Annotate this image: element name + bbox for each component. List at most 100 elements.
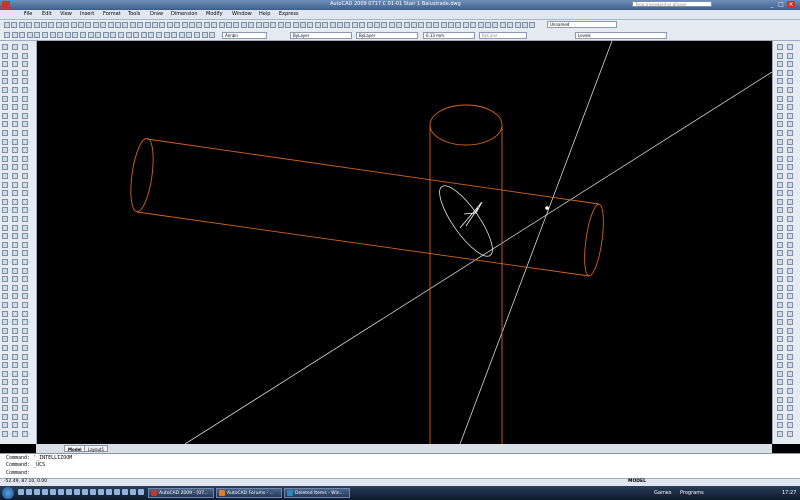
- toolbar-button-icon[interactable]: [2, 379, 8, 386]
- toolbar-button-icon[interactable]: [92, 22, 99, 28]
- toolbar-button-icon[interactable]: [226, 22, 232, 28]
- toolbar-button-icon[interactable]: [787, 95, 793, 102]
- toolbar-button-icon[interactable]: [351, 22, 358, 28]
- toolbar-button-icon[interactable]: [777, 284, 783, 291]
- toolbar-button-icon[interactable]: [777, 138, 783, 145]
- toolbar-button-icon[interactable]: [418, 22, 425, 28]
- toolbar-button-icon[interactable]: [433, 22, 440, 28]
- toolbar-button-icon[interactable]: [787, 405, 793, 412]
- toolbar-button-icon[interactable]: [787, 216, 793, 222]
- toolbar-button-icon[interactable]: [787, 233, 793, 240]
- toolbar-button-icon[interactable]: [425, 22, 432, 28]
- toolbar-button-icon[interactable]: [337, 22, 343, 28]
- toolbar-button-icon[interactable]: [19, 32, 26, 38]
- toolbar-button-icon[interactable]: [107, 22, 114, 28]
- toolbar-button-icon[interactable]: [787, 121, 793, 128]
- toolbar-button-icon[interactable]: [787, 431, 793, 437]
- toolbar-button-icon[interactable]: [12, 87, 18, 93]
- toolbar-button-icon[interactable]: [2, 336, 8, 343]
- toolbar-button-icon[interactable]: [787, 181, 793, 188]
- toolbar-button-icon[interactable]: [22, 250, 28, 257]
- toolbar-button-icon[interactable]: [12, 147, 18, 154]
- toolbar-button-icon[interactable]: [777, 147, 783, 154]
- toolbar-button-icon[interactable]: [22, 87, 28, 93]
- toolbar-button-icon[interactable]: [777, 396, 783, 403]
- toolbar-button-icon[interactable]: [2, 388, 8, 394]
- toolbar-button-icon[interactable]: [12, 370, 18, 377]
- plotstyle-combo[interactable]: ByColor: [479, 32, 527, 39]
- programs-button[interactable]: Programs: [680, 490, 704, 496]
- toolbar-button-icon[interactable]: [248, 22, 255, 28]
- drawing-area[interactable]: [37, 41, 772, 444]
- toolbar-button-icon[interactable]: [2, 431, 8, 437]
- start-button[interactable]: [2, 487, 14, 499]
- toolbar-button-icon[interactable]: [144, 22, 151, 28]
- toolbar-button-icon[interactable]: [448, 22, 454, 28]
- toolbar-button-icon[interactable]: [22, 112, 28, 119]
- tab-model[interactable]: Model: [64, 445, 86, 452]
- toolbar-button-icon[interactable]: [2, 353, 8, 360]
- toolbar-button-icon[interactable]: [787, 370, 793, 377]
- toolbar-button-icon[interactable]: [140, 32, 147, 38]
- toolbar-button-icon[interactable]: [22, 138, 28, 145]
- toolbar-button-icon[interactable]: [787, 422, 793, 429]
- toolbar-button-icon[interactable]: [194, 32, 200, 38]
- toolbar-button-icon[interactable]: [12, 284, 18, 291]
- toolbar-button-icon[interactable]: [777, 181, 783, 188]
- toolbar-button-icon[interactable]: [22, 224, 28, 231]
- toolbar-button-icon[interactable]: [777, 379, 783, 386]
- quick-launch-icon[interactable]: [114, 489, 120, 495]
- toolbar-button-icon[interactable]: [22, 379, 28, 386]
- toolbar-button-icon[interactable]: [22, 207, 28, 214]
- toolbar-button-icon[interactable]: [78, 22, 84, 28]
- toolbar-button-icon[interactable]: [171, 32, 178, 38]
- toolbar-button-icon[interactable]: [2, 52, 8, 59]
- toolbar-button-icon[interactable]: [2, 104, 8, 111]
- toolbar-button-icon[interactable]: [777, 130, 783, 136]
- toolbar-button-icon[interactable]: [2, 198, 8, 205]
- toolbar-button-icon[interactable]: [12, 319, 18, 326]
- quick-launch-icon[interactable]: [90, 489, 96, 495]
- toolbar-button-icon[interactable]: [787, 207, 793, 214]
- vertical-post[interactable]: [429, 104, 503, 444]
- toolbar-button-icon[interactable]: [12, 259, 18, 265]
- toolbar-button-icon[interactable]: [12, 216, 18, 222]
- toolbar-button-icon[interactable]: [787, 319, 793, 326]
- toolbar-button-icon[interactable]: [159, 22, 166, 28]
- quick-launch-icon[interactable]: [50, 489, 56, 495]
- taskbar-item[interactable]: Deleted Items - Win...: [284, 488, 350, 498]
- toolbar-button-icon[interactable]: [42, 32, 48, 38]
- toolbar-button-icon[interactable]: [12, 130, 18, 136]
- toolbar-button-icon[interactable]: [12, 293, 18, 300]
- toolbar-button-icon[interactable]: [777, 44, 783, 50]
- toolbar-button-icon[interactable]: [22, 104, 28, 111]
- toolbar-button-icon[interactable]: [148, 32, 155, 38]
- toolbar-button-icon[interactable]: [22, 370, 28, 377]
- toolbar-button-icon[interactable]: [787, 327, 793, 334]
- toolbar-button-icon[interactable]: [70, 22, 77, 28]
- toolbar-button-icon[interactable]: [12, 241, 18, 248]
- toolbar-button-icon[interactable]: [152, 22, 158, 28]
- toolbar-button-icon[interactable]: [777, 69, 783, 76]
- toolbar-button-icon[interactable]: [300, 22, 306, 28]
- toolbar-button-icon[interactable]: [11, 22, 18, 28]
- toolbar-button-icon[interactable]: [22, 345, 28, 351]
- toolbar-button-icon[interactable]: [115, 22, 121, 28]
- toolbar-button-icon[interactable]: [12, 207, 18, 214]
- toolbar-button-icon[interactable]: [174, 22, 181, 28]
- toolbar-button-icon[interactable]: [2, 155, 8, 162]
- toolbar-button-icon[interactable]: [57, 32, 64, 38]
- command-prompt[interactable]: Command:: [6, 470, 30, 476]
- toolbar-button-icon[interactable]: [12, 52, 18, 59]
- quick-launch-icon[interactable]: [34, 489, 40, 495]
- toolbar-button-icon[interactable]: [777, 276, 783, 283]
- menu-draw[interactable]: Draw: [150, 11, 163, 17]
- toolbar-button-icon[interactable]: [12, 104, 18, 111]
- toolbar-button-icon[interactable]: [4, 32, 10, 38]
- toolbar-button-icon[interactable]: [777, 413, 783, 420]
- toolbar-button-icon[interactable]: [22, 276, 28, 283]
- toolbar-button-icon[interactable]: [12, 302, 18, 308]
- toolbar-button-icon[interactable]: [777, 259, 783, 265]
- toolbar-button-icon[interactable]: [477, 22, 484, 28]
- toolbar-button-icon[interactable]: [777, 431, 783, 437]
